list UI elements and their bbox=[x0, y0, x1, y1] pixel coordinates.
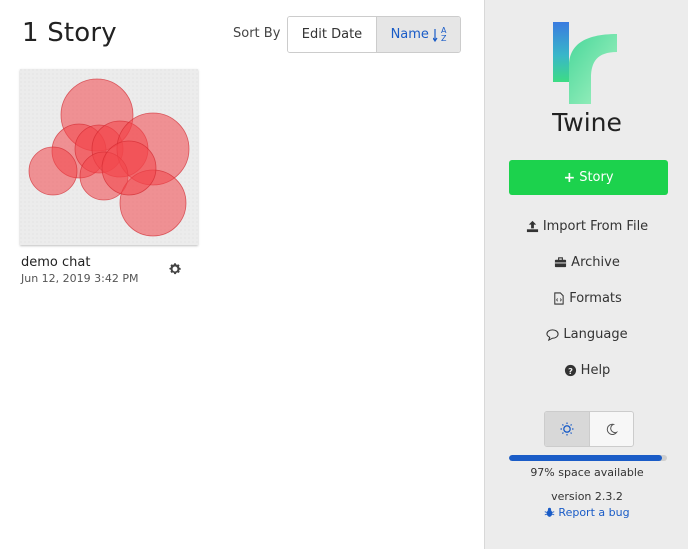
upload-icon bbox=[526, 220, 538, 233]
sun-icon bbox=[560, 422, 574, 436]
sort-edit-date-button[interactable]: Edit Date bbox=[288, 17, 377, 52]
sort-name-label: Name bbox=[390, 27, 429, 42]
moon-icon bbox=[606, 423, 618, 435]
formats-link[interactable]: Formats bbox=[485, 291, 688, 306]
light-theme-button[interactable] bbox=[545, 412, 590, 446]
storage-progress-bar bbox=[509, 455, 667, 461]
new-story-label: Story bbox=[579, 170, 614, 185]
twine-logo bbox=[553, 22, 617, 104]
sidebar: Twine + Story Import From File Archive F… bbox=[484, 0, 688, 549]
sort-toggle: Edit Date Name A Z bbox=[287, 16, 461, 53]
story-preview-graphic bbox=[20, 69, 198, 245]
question-circle-icon: ? bbox=[564, 364, 576, 377]
story-card[interactable]: demo chat Jun 12, 2019 3:42 PM bbox=[20, 69, 198, 285]
sort-edit-date-label: Edit Date bbox=[301, 27, 363, 42]
sort-by-label: Sort By bbox=[233, 26, 281, 41]
import-from-file-label: Import From File bbox=[542, 219, 649, 234]
story-library: 1 Story Sort By Edit Date Name A Z demo … bbox=[0, 0, 484, 549]
sort-alpha-bottom: Z bbox=[440, 33, 447, 43]
storage-progress-fill bbox=[509, 455, 663, 461]
language-label: Language bbox=[563, 327, 628, 342]
plus-icon: + bbox=[563, 169, 576, 186]
sort-alpha-icon: A Z bbox=[432, 26, 447, 43]
story-preview[interactable] bbox=[20, 69, 198, 245]
help-label: Help bbox=[580, 363, 611, 378]
page-title: 1 Story bbox=[22, 18, 117, 48]
new-story-button[interactable]: + Story bbox=[509, 160, 668, 195]
app-name: Twine bbox=[552, 108, 622, 137]
formats-label: Formats bbox=[569, 291, 622, 306]
storage-space-text: 97% space available bbox=[530, 466, 644, 479]
story-settings-gear-icon[interactable] bbox=[168, 261, 182, 275]
speech-bubble-icon bbox=[546, 329, 560, 341]
bug-icon bbox=[545, 507, 555, 517]
story-name[interactable]: demo chat bbox=[21, 255, 90, 270]
theme-toggle bbox=[544, 411, 634, 447]
report-bug-link[interactable]: Report a bug bbox=[485, 506, 688, 519]
help-link[interactable]: ? Help bbox=[485, 363, 688, 378]
import-from-file-link[interactable]: Import From File bbox=[485, 219, 688, 234]
svg-text:?: ? bbox=[568, 366, 573, 376]
archive-link[interactable]: Archive bbox=[485, 255, 688, 270]
briefcase-icon bbox=[555, 257, 567, 268]
dark-theme-button[interactable] bbox=[590, 412, 634, 446]
file-code-icon bbox=[554, 292, 564, 305]
language-link[interactable]: Language bbox=[485, 327, 688, 342]
version-text: version 2.3.2 bbox=[551, 490, 623, 503]
report-bug-label: Report a bug bbox=[558, 506, 630, 519]
story-edit-date: Jun 12, 2019 3:42 PM bbox=[21, 272, 139, 285]
sort-name-button[interactable]: Name A Z bbox=[377, 17, 460, 52]
archive-label: Archive bbox=[571, 255, 620, 270]
